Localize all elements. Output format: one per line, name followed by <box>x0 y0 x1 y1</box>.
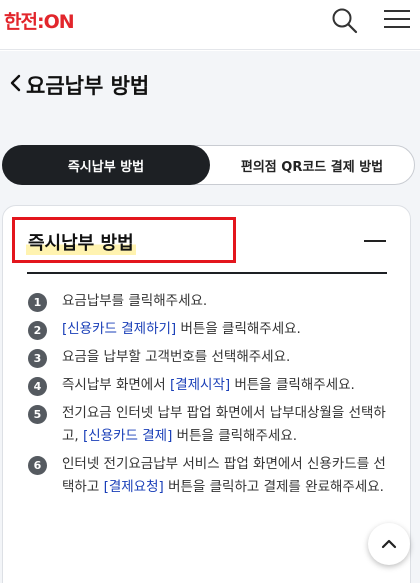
step-number-badge: 6 <box>28 456 47 475</box>
step-number-badge: 5 <box>28 405 47 424</box>
tab-convenience-store-qr[interactable]: 편의점 QR코드 결제 방법 <box>208 145 416 185</box>
step-item: 4 즉시납부 화면에서 [결제시작] 버튼을 클릭해주세요. <box>28 374 388 397</box>
method-tabs: 즉시납부 방법 편의점 QR코드 결제 방법 <box>2 145 415 185</box>
step-item: 1 요금납부를 클릭해주세요. <box>28 290 388 313</box>
page-title-row: 요금납부 방법 <box>0 64 420 104</box>
chevron-left-icon <box>10 74 21 92</box>
section-divider <box>27 272 387 274</box>
site-header: 한전:ON <box>0 0 420 50</box>
scroll-to-top-button[interactable] <box>368 523 410 565</box>
step-text: 즉시납부 화면에서 <box>62 377 170 393</box>
step-text: 버튼을 클릭하고 결제를 완료해주세요. <box>163 479 384 495</box>
search-icon <box>332 8 358 34</box>
hamburger-menu-icon <box>384 10 410 12</box>
kepco-on-logo[interactable]: 한전:ON <box>4 7 75 34</box>
collapse-icon[interactable] <box>364 240 386 242</box>
menu-button[interactable] <box>382 8 412 30</box>
step-number-badge: 4 <box>28 377 47 396</box>
step-text: 요금을 납부할 고객번호를 선택해주세요. <box>62 349 291 365</box>
step-item: 5 전기요금 인터넷 납부 팝업 화면에서 납부대상월을 선택하고, [신용카드 … <box>28 402 388 448</box>
step-button-name: [신용카드 결제] <box>83 428 173 444</box>
steps-list: 1 요금납부를 클릭해주세요. 2 [신용카드 결제하기] 버튼을 클릭해주세요. 3 요… <box>28 290 388 504</box>
back-button[interactable] <box>8 73 24 93</box>
step-text: 버튼을 클릭해주세요. <box>230 377 355 393</box>
logo-prefix: 한전: <box>4 11 45 33</box>
step-item: 6 인터넷 전기요금납부 서비스 팝업 화면에서 신용카드를 선택하고 [결제요청… <box>28 453 388 499</box>
step-text: 요금납부를 클릭해주세요. <box>62 293 208 309</box>
step-item: 2 [신용카드 결제하기] 버튼을 클릭해주세요. <box>28 318 388 341</box>
step-text: 버튼을 클릭해주세요. <box>176 321 301 337</box>
section-title: 즉시납부 방법 <box>26 229 136 255</box>
tab-instant-payment[interactable]: 즉시납부 방법 <box>2 145 210 185</box>
step-number-badge: 1 <box>28 293 47 312</box>
step-item: 3 요금을 납부할 고객번호를 선택해주세요. <box>28 346 388 369</box>
hamburger-menu-icon <box>384 18 410 20</box>
logo-suffix: ON <box>43 11 75 33</box>
step-text: 버튼을 클릭해주세요. <box>172 428 298 444</box>
step-button-name: [신용카드 결제하기] <box>62 321 177 337</box>
chevron-up-icon <box>381 539 397 549</box>
hamburger-menu-icon <box>384 26 410 28</box>
step-number-badge: 3 <box>28 349 47 368</box>
search-button[interactable] <box>330 6 362 34</box>
step-number-badge: 2 <box>28 321 47 340</box>
step-button-name: [결제시작] <box>169 377 231 393</box>
page-title: 요금납부 방법 <box>26 74 150 98</box>
step-button-name: [결제요청] <box>103 479 164 495</box>
